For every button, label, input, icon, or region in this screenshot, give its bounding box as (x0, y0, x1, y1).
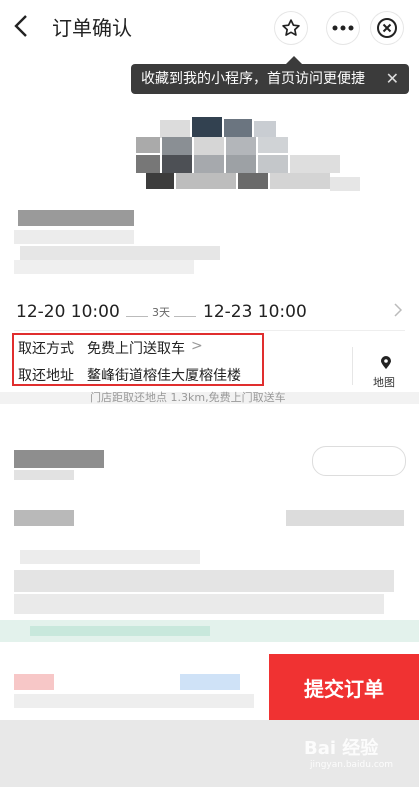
favorite-button[interactable] (275, 12, 307, 44)
tooltip-text: 收藏到我的小程序，首页访问更便捷 (141, 71, 365, 87)
close-circle-icon (377, 18, 397, 38)
car-details-blurred (14, 208, 314, 278)
divider (14, 330, 405, 331)
submit-order-button[interactable]: 提交订单 (269, 654, 419, 720)
watermark-url: jingyan.baidu.com (310, 760, 394, 770)
more-icon (332, 25, 354, 31)
car-image (130, 115, 390, 200)
favorite-tooltip: 收藏到我的小程序，首页访问更便捷 ✕ (131, 64, 409, 94)
return-datetime: 12-23 10:00 (203, 302, 307, 322)
page-title: 订单确认 (52, 16, 132, 40)
method-value[interactable]: 免费上门送取车 (87, 338, 185, 358)
map-button-label[interactable]: 地图 (373, 374, 395, 390)
watermark-logo: Bai 经验 (304, 738, 379, 759)
order-details-blurred (0, 404, 419, 654)
star-icon (282, 19, 300, 36)
back-button[interactable] (14, 14, 38, 42)
delivery-note: 门店距取还地点 1.3km,免费上门取送车 (90, 391, 286, 404)
date-chevron-right-icon[interactable] (394, 302, 403, 321)
pickup-datetime: 12-20 10:00 (16, 302, 120, 322)
method-chevron-icon[interactable]: > (191, 338, 203, 354)
tooltip-close-icon[interactable]: ✕ (386, 64, 399, 94)
map-separator (352, 347, 353, 385)
more-button[interactable] (327, 12, 359, 44)
tooltip-arrow (286, 56, 302, 64)
map-pin-icon[interactable] (380, 355, 392, 369)
address-value[interactable]: 鳌峰街道榕佳大厦榕佳楼 (87, 365, 241, 385)
duration-label: 3天 (148, 304, 174, 320)
chevron-left-icon (14, 15, 27, 37)
address-label: 取还地址 (18, 368, 74, 384)
method-label: 取还方式 (18, 341, 74, 357)
close-miniprogram-button[interactable] (371, 12, 403, 44)
